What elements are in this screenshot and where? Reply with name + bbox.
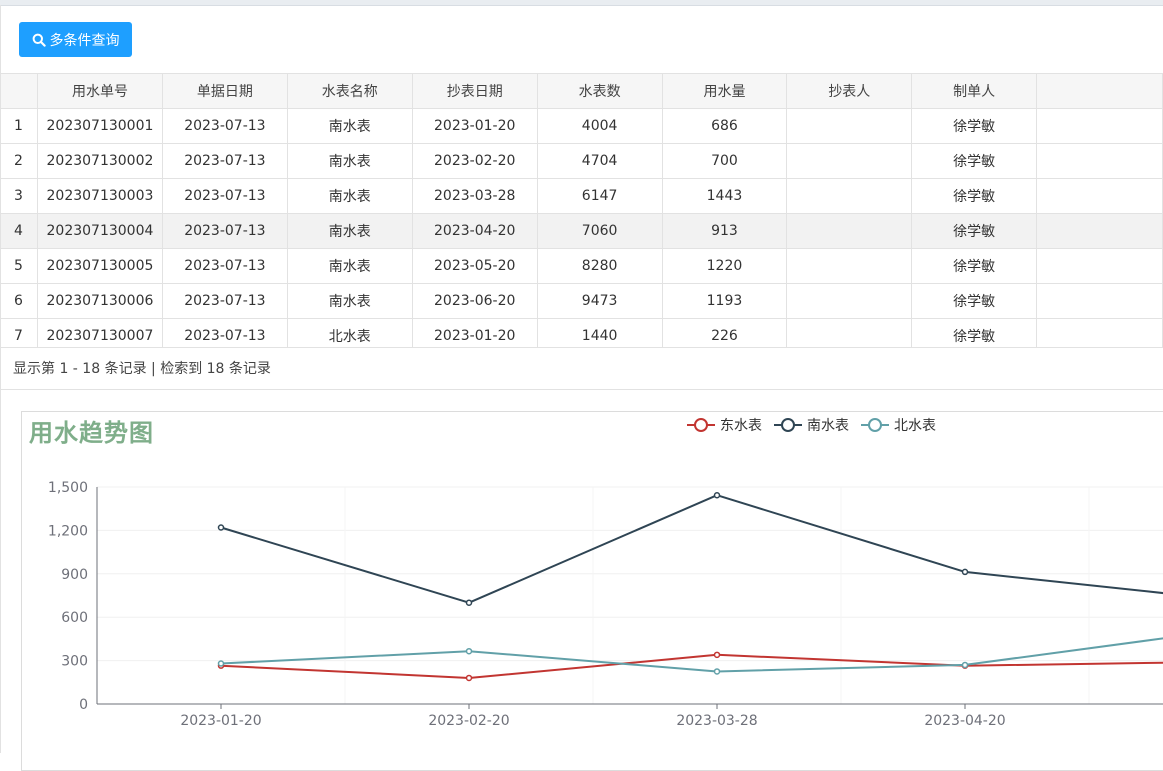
data-point <box>961 568 969 576</box>
y-tick-label: 0 <box>79 697 88 713</box>
x-tick-label: 2023-01-20 <box>180 713 261 729</box>
data-point <box>961 661 969 669</box>
data-point <box>713 491 721 499</box>
data-point <box>217 660 225 667</box>
x-tick-label: 2023-03-28 <box>676 713 757 729</box>
data-point <box>713 651 721 659</box>
y-tick-label: 1,200 <box>48 523 88 539</box>
data-point <box>465 647 473 655</box>
y-tick-label: 300 <box>61 654 88 670</box>
water-usage-trend-chart: 0 300 600 900 1,200 1,500 2023-01-20 2023-02-20… <box>48 480 1163 729</box>
data-point <box>217 524 225 531</box>
y-tick-label: 1,500 <box>48 480 88 496</box>
x-tick-label: 2023-02-20 <box>428 713 509 729</box>
x-tick-label: 2023-04-20 <box>924 713 1005 729</box>
data-point <box>713 668 721 675</box>
y-tick-label: 900 <box>61 567 88 583</box>
y-tick-label: 600 <box>61 610 88 626</box>
series-line-1 <box>220 494 1163 604</box>
data-point <box>465 674 473 682</box>
data-point <box>465 599 473 606</box>
